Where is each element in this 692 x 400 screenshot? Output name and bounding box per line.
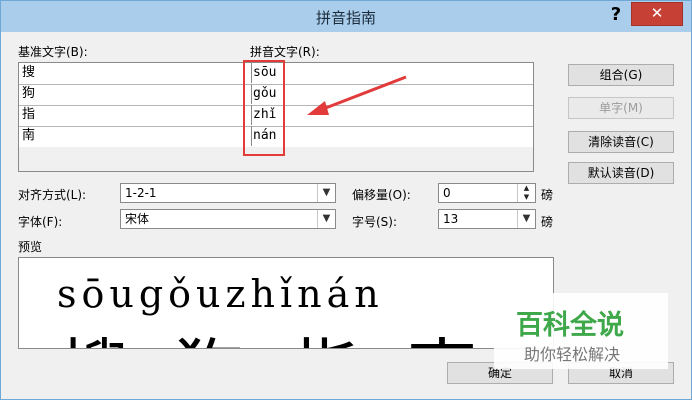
preview-characters: 搜狗指南 — [59, 316, 523, 348]
spin-down-icon[interactable]: ▼ — [518, 193, 535, 202]
alignment-value: 1-2-1 — [125, 186, 157, 200]
highlight-box — [243, 60, 285, 156]
title-bar: 拼音指南 ? ✕ — [1, 1, 691, 32]
preview-label: 预览 — [18, 240, 43, 254]
group-button[interactable]: 组合(G) — [568, 64, 674, 86]
font-size-label: 字号(S): — [352, 215, 398, 229]
highlight-arrow-icon — [307, 75, 407, 115]
alignment-select[interactable]: 1-2-1 ▼ — [120, 183, 336, 203]
base-text-cell[interactable]: 搜 — [19, 63, 252, 83]
watermark-title: 百科全说 — [516, 310, 624, 341]
offset-spinner[interactable]: 0 ▲ ▼ — [438, 183, 536, 203]
base-text-cell[interactable] — [19, 147, 252, 171]
watermark-subtitle: 助你轻松解决 — [524, 345, 621, 364]
font-size-unit: 磅 — [541, 215, 554, 229]
base-text-cell[interactable]: 狗 — [19, 84, 252, 104]
font-select[interactable]: 宋体 ▼ — [120, 209, 336, 229]
default-pinyin-button[interactable]: 默认读音(D) — [568, 162, 674, 184]
preview-pane: sōugǒuzhǐnán 搜狗指南 — [18, 257, 554, 349]
offset-value: 0 — [443, 186, 451, 200]
base-text-cell[interactable]: 南 — [19, 126, 252, 146]
pinyin-text-cell[interactable] — [250, 147, 533, 171]
font-size-select[interactable]: 13 ▼ — [438, 209, 536, 229]
phonetic-guide-dialog: 拼音指南 ? ✕ 基准文字(B): 拼音文字(R): 搜 sōu 狗 gǒu 指… — [0, 0, 692, 400]
single-char-button[interactable]: 单字(M) — [568, 97, 674, 119]
chevron-down-icon[interactable]: ▼ — [317, 184, 335, 202]
offset-label: 偏移量(O): — [352, 188, 411, 202]
preview-pinyin: sōugǒuzhǐnán — [57, 272, 384, 316]
close-button[interactable]: ✕ — [631, 2, 683, 26]
font-size-value: 13 — [443, 212, 459, 226]
watermark: 百科全说 助你轻松解决 — [494, 293, 668, 369]
font-value: 宋体 — [125, 212, 150, 226]
pinyin-text-cell[interactable]: nán — [250, 126, 533, 146]
font-label: 字体(F): — [18, 215, 63, 229]
clear-pinyin-button[interactable]: 清除读音(C) — [568, 131, 674, 153]
chevron-down-icon[interactable]: ▼ — [517, 210, 535, 228]
chevron-down-icon[interactable]: ▼ — [317, 210, 335, 228]
offset-spin-buttons[interactable]: ▲ ▼ — [517, 184, 535, 202]
base-text-label: 基准文字(B): — [18, 45, 88, 59]
base-text-cell[interactable]: 指 — [19, 105, 252, 125]
alignment-label: 对齐方式(L): — [18, 188, 87, 202]
offset-unit: 磅 — [541, 188, 554, 202]
help-button[interactable]: ? — [604, 3, 628, 27]
dialog-title: 拼音指南 — [315, 9, 376, 27]
spin-up-icon[interactable]: ▲ — [518, 184, 535, 193]
pinyin-text-label: 拼音文字(R): — [250, 45, 320, 59]
